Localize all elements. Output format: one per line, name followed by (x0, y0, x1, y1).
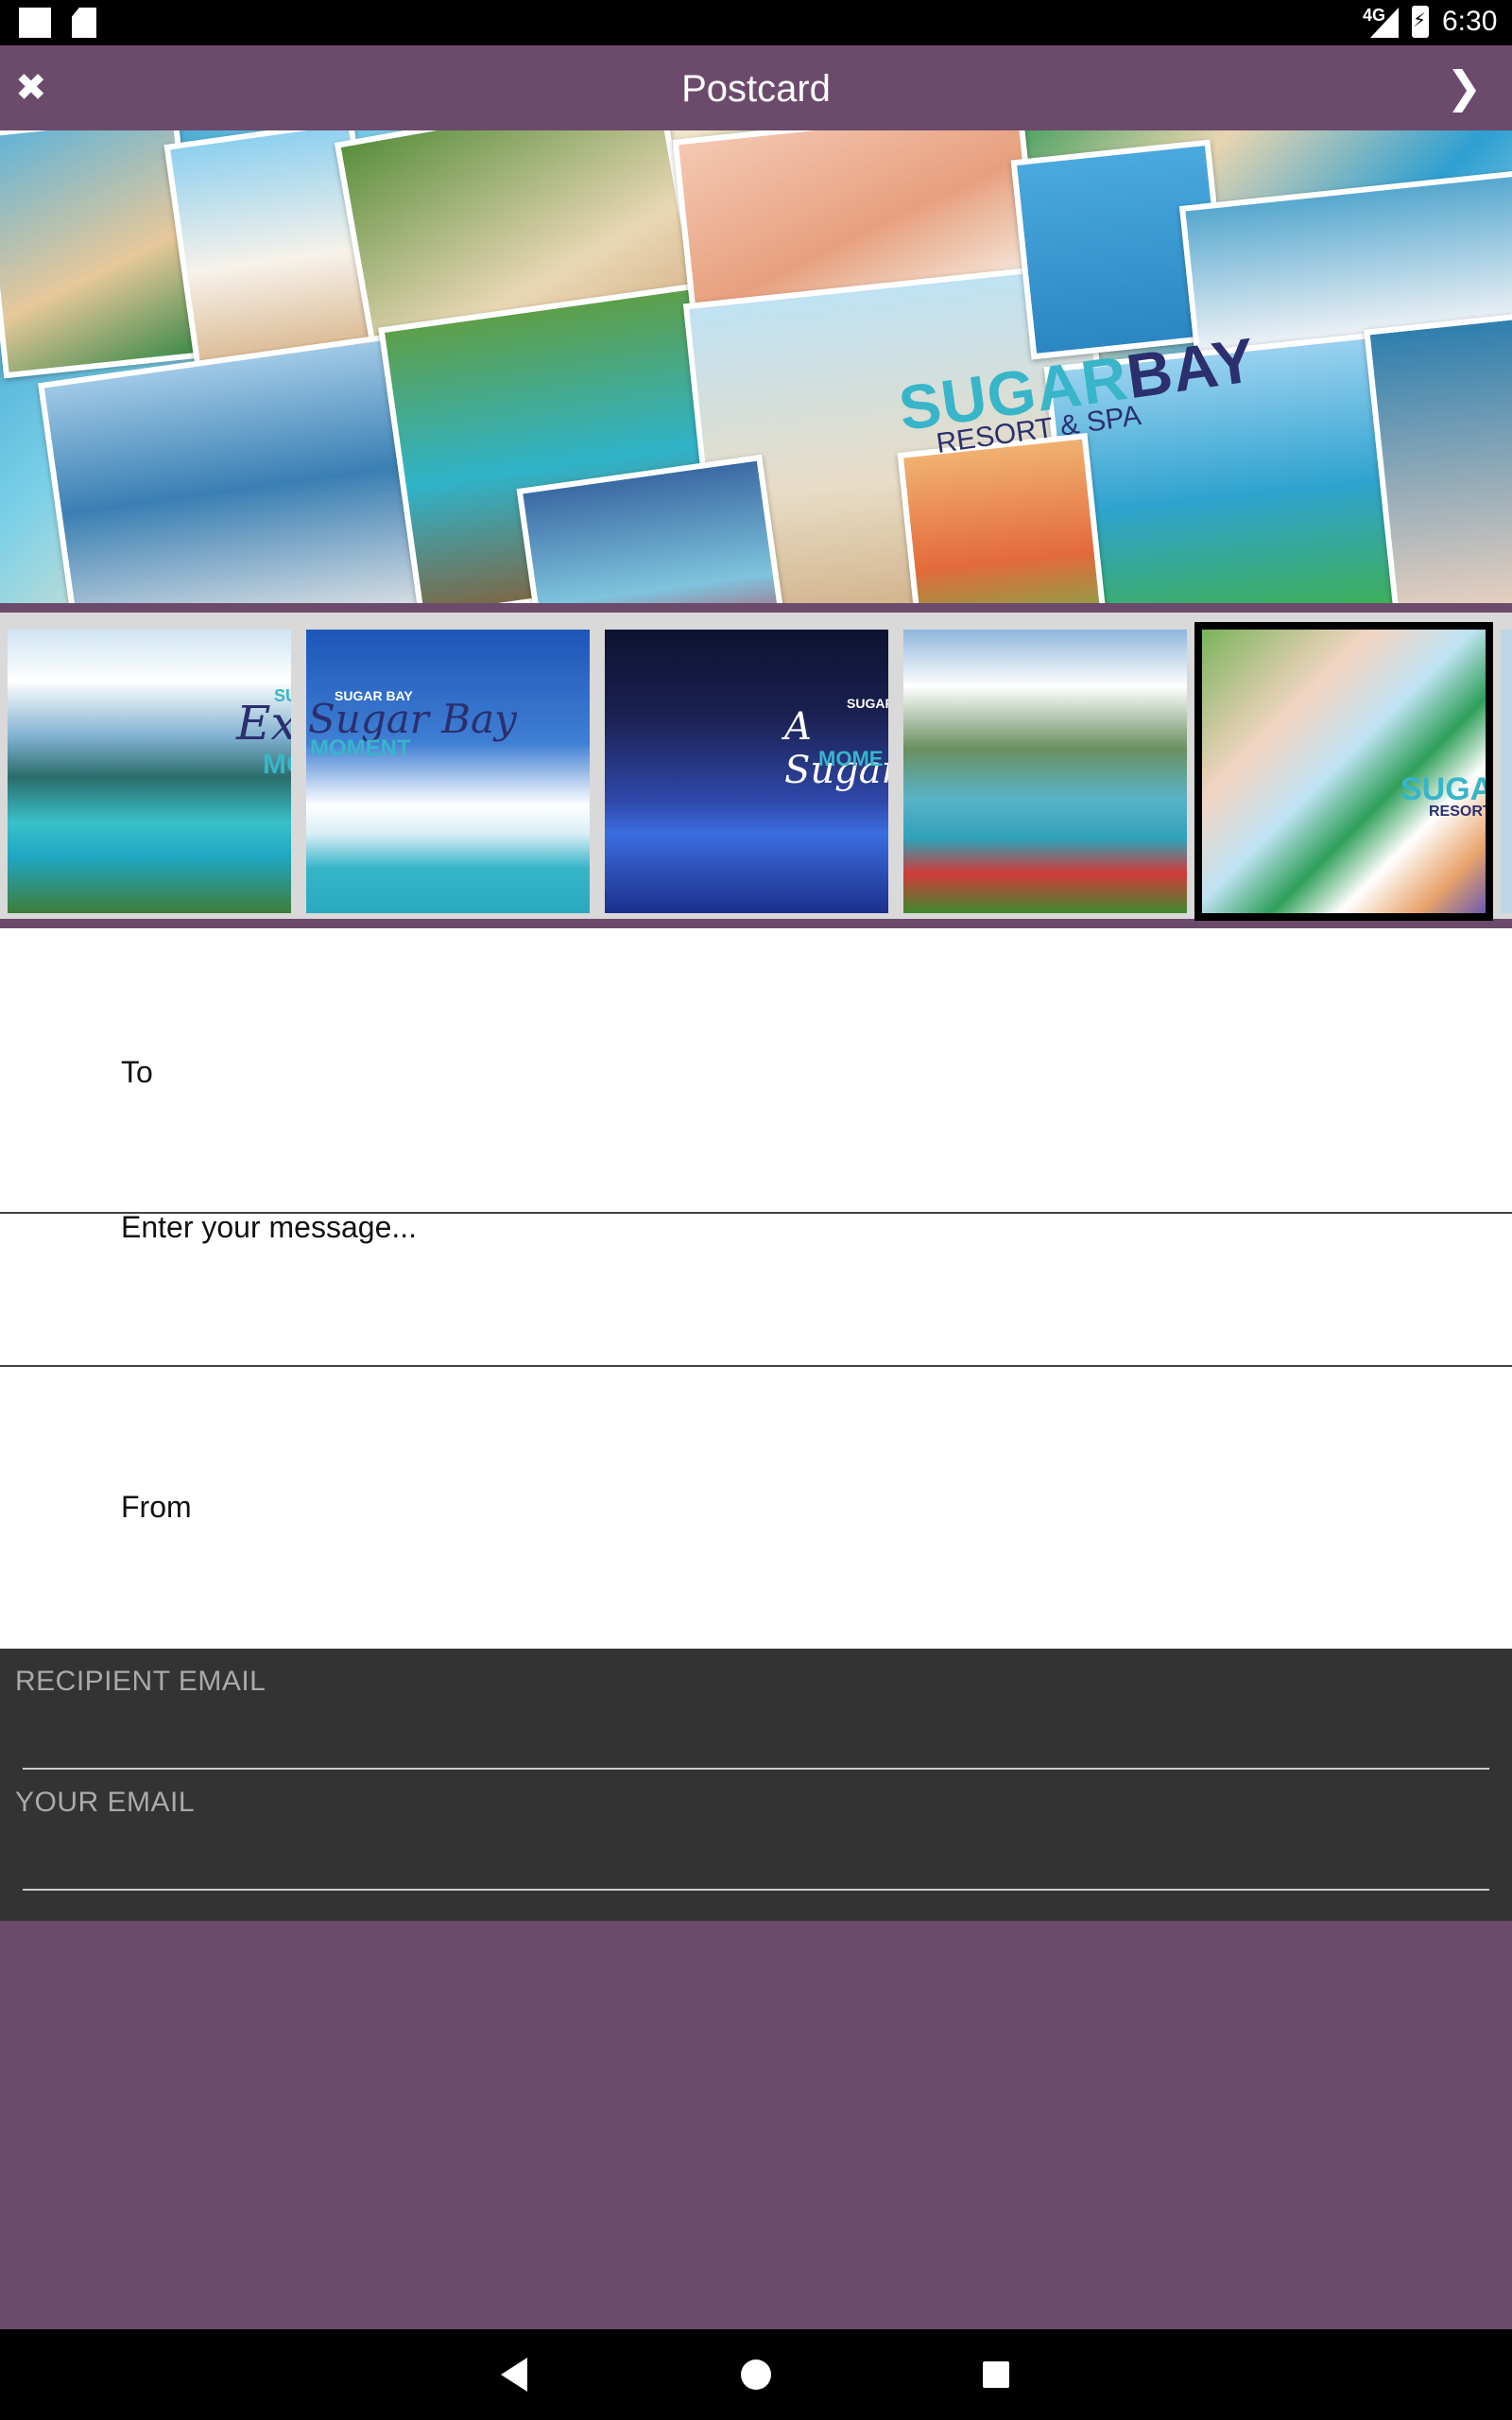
message-field[interactable]: Enter your message... (0, 1214, 1512, 1367)
app-bar: ✖ Postcard ❯ (0, 45, 1512, 130)
from-label: From (121, 1490, 192, 1524)
your-email-input[interactable]: YOUR EMAIL (0, 1770, 1512, 1891)
from-field[interactable]: From (0, 1367, 1512, 1649)
postcard-thumbnail[interactable]: SUGAR BAY Sugar Bay MOMENT (306, 630, 590, 913)
postcard-thumbnail-strip[interactable]: SU Exp MO SUGAR BAY Sugar Bay MOMENT SUG… (0, 603, 1512, 928)
recents-icon[interactable] (983, 2361, 1009, 2388)
back-icon[interactable] (501, 2358, 527, 2392)
collage-photo (38, 334, 427, 603)
notification-icon (19, 8, 51, 38)
postcard-form: To Enter your message... From (0, 928, 1512, 1649)
collage-photo (897, 433, 1108, 603)
status-bar: 4G 6:30 (0, 0, 1512, 45)
battery-icon (1412, 6, 1429, 38)
home-icon[interactable] (741, 2360, 771, 2390)
email-panel: RECIPIENT EMAIL YOUR EMAIL (0, 1649, 1512, 1921)
to-label: To (121, 1055, 153, 1089)
clock: 6:30 (1442, 6, 1498, 37)
postcard-thumbnail-partial[interactable] (1501, 630, 1512, 913)
recipient-email-input[interactable]: RECIPIENT EMAIL (0, 1649, 1512, 1770)
postcard-thumbnail[interactable]: SUGAR A Sugar MOME (605, 630, 888, 913)
page-title: Postcard (681, 68, 831, 110)
postcard-thumbnail[interactable] (903, 630, 1187, 913)
system-nav-bar (0, 2329, 1512, 2420)
network-type: 4G (1363, 6, 1386, 25)
sd-card-icon (72, 8, 96, 38)
chevron-right-icon[interactable]: ❯ (1446, 60, 1483, 113)
to-field[interactable]: To (0, 928, 1512, 1214)
message-placeholder: Enter your message... (121, 1214, 418, 1244)
postcard-thumbnail[interactable]: SU Exp MO (8, 630, 291, 913)
selected-postcard-image: SUGARBAY RESORT & SPA (0, 130, 1512, 603)
postcard-thumbnail-selected[interactable]: SUGAR RESORT (1194, 622, 1493, 921)
